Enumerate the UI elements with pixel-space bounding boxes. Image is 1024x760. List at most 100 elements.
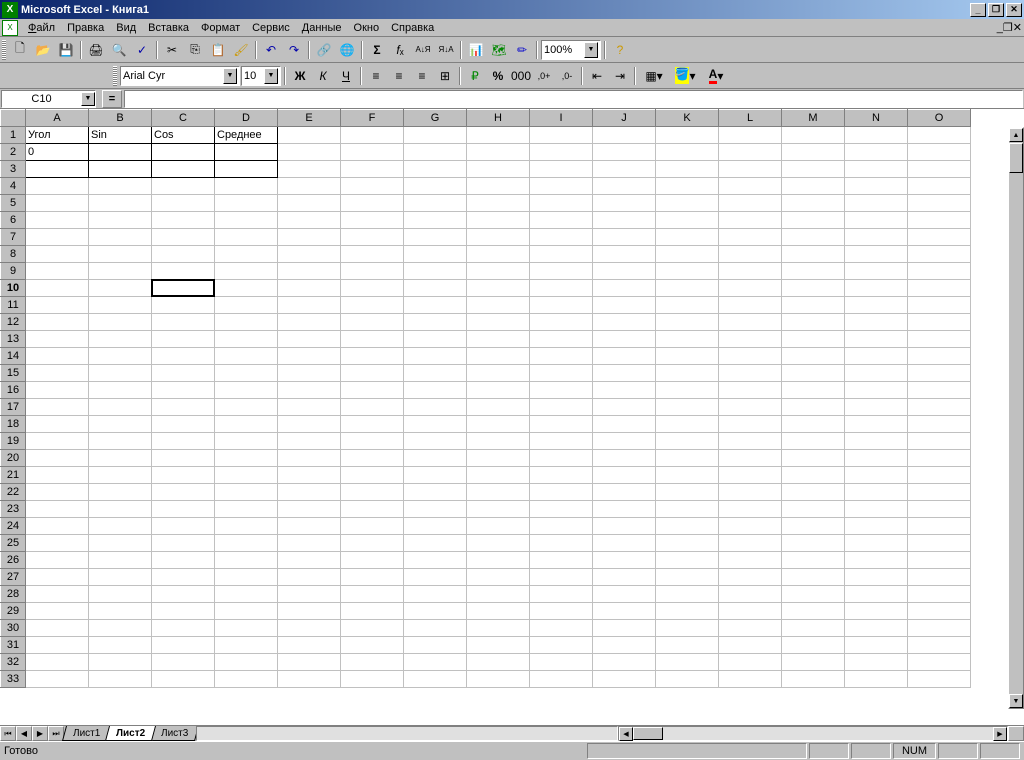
col-header-N[interactable]: N	[845, 110, 908, 127]
cell-E26[interactable]	[278, 552, 341, 569]
row-header-32[interactable]: 32	[1, 654, 26, 671]
cell-H1[interactable]	[467, 127, 530, 144]
cell-E21[interactable]	[278, 467, 341, 484]
cell-K10[interactable]	[656, 280, 719, 297]
cell-D28[interactable]	[215, 586, 278, 603]
cell-N15[interactable]	[845, 365, 908, 382]
cell-M3[interactable]	[782, 161, 845, 178]
cell-J29[interactable]	[593, 603, 656, 620]
chart-wizard-button[interactable]: 📊	[465, 39, 487, 60]
cut-button[interactable]: ✂	[161, 39, 183, 60]
cell-E22[interactable]	[278, 484, 341, 501]
cell-A15[interactable]	[26, 365, 89, 382]
map-button[interactable]: 🗺	[488, 39, 510, 60]
document-icon[interactable]: X	[2, 20, 18, 36]
cell-C31[interactable]	[152, 637, 215, 654]
cell-L20[interactable]	[719, 450, 782, 467]
cell-I4[interactable]	[530, 178, 593, 195]
cell-O9[interactable]	[908, 263, 971, 280]
cell-O1[interactable]	[908, 127, 971, 144]
cell-O5[interactable]	[908, 195, 971, 212]
cell-F5[interactable]	[341, 195, 404, 212]
col-header-G[interactable]: G	[404, 110, 467, 127]
col-header-D[interactable]: D	[215, 110, 278, 127]
cell-C1[interactable]: Cos	[152, 127, 215, 144]
cell-D12[interactable]	[215, 314, 278, 331]
menu-format[interactable]: Формат	[195, 20, 246, 36]
cell-G28[interactable]	[404, 586, 467, 603]
cell-I32[interactable]	[530, 654, 593, 671]
cell-G25[interactable]	[404, 535, 467, 552]
cell-B24[interactable]	[89, 518, 152, 535]
hyperlink-button[interactable]: 🔗	[313, 39, 335, 60]
cell-E9[interactable]	[278, 263, 341, 280]
cell-G13[interactable]	[404, 331, 467, 348]
cell-F18[interactable]	[341, 416, 404, 433]
print-preview-button[interactable]: 🔍	[108, 39, 130, 60]
cell-K12[interactable]	[656, 314, 719, 331]
cell-O23[interactable]	[908, 501, 971, 518]
cell-J20[interactable]	[593, 450, 656, 467]
cell-D22[interactable]	[215, 484, 278, 501]
cell-H20[interactable]	[467, 450, 530, 467]
fill-color-button[interactable]: 🪣▾	[670, 65, 700, 86]
cell-O7[interactable]	[908, 229, 971, 246]
cell-C32[interactable]	[152, 654, 215, 671]
cell-N6[interactable]	[845, 212, 908, 229]
cell-F33[interactable]	[341, 671, 404, 688]
cell-D29[interactable]	[215, 603, 278, 620]
cell-F14[interactable]	[341, 348, 404, 365]
cell-E19[interactable]	[278, 433, 341, 450]
cell-M7[interactable]	[782, 229, 845, 246]
cell-O19[interactable]	[908, 433, 971, 450]
cell-J3[interactable]	[593, 161, 656, 178]
horizontal-scrollbar[interactable]: ◀ ▶	[618, 726, 1008, 741]
cell-D26[interactable]	[215, 552, 278, 569]
cell-L6[interactable]	[719, 212, 782, 229]
cell-G23[interactable]	[404, 501, 467, 518]
cell-H6[interactable]	[467, 212, 530, 229]
col-header-E[interactable]: E	[278, 110, 341, 127]
formula-input[interactable]	[124, 90, 1023, 108]
cell-L12[interactable]	[719, 314, 782, 331]
cell-N11[interactable]	[845, 297, 908, 314]
increase-decimal-button[interactable]: ,0+	[533, 65, 555, 86]
cell-E29[interactable]	[278, 603, 341, 620]
row-header-31[interactable]: 31	[1, 637, 26, 654]
merge-center-button[interactable]: ⊞	[434, 65, 456, 86]
cell-O10[interactable]	[908, 280, 971, 297]
cell-G2[interactable]	[404, 144, 467, 161]
row-header-9[interactable]: 9	[1, 263, 26, 280]
cell-F27[interactable]	[341, 569, 404, 586]
cell-N22[interactable]	[845, 484, 908, 501]
cell-G26[interactable]	[404, 552, 467, 569]
cell-G20[interactable]	[404, 450, 467, 467]
cell-F3[interactable]	[341, 161, 404, 178]
cell-I6[interactable]	[530, 212, 593, 229]
cell-K11[interactable]	[656, 297, 719, 314]
cell-I14[interactable]	[530, 348, 593, 365]
cell-G32[interactable]	[404, 654, 467, 671]
cell-M8[interactable]	[782, 246, 845, 263]
cell-D30[interactable]	[215, 620, 278, 637]
cell-C30[interactable]	[152, 620, 215, 637]
cell-F2[interactable]	[341, 144, 404, 161]
cell-A12[interactable]	[26, 314, 89, 331]
cell-F6[interactable]	[341, 212, 404, 229]
cell-H5[interactable]	[467, 195, 530, 212]
cell-G4[interactable]	[404, 178, 467, 195]
cell-H19[interactable]	[467, 433, 530, 450]
cell-N5[interactable]	[845, 195, 908, 212]
open-button[interactable]: 📂	[32, 39, 54, 60]
cell-I1[interactable]	[530, 127, 593, 144]
cell-J17[interactable]	[593, 399, 656, 416]
cell-F21[interactable]	[341, 467, 404, 484]
col-header-J[interactable]: J	[593, 110, 656, 127]
cell-F10[interactable]	[341, 280, 404, 297]
menu-data[interactable]: Данные	[296, 20, 348, 36]
vertical-scrollbar[interactable]: ▲ ▼	[1008, 127, 1024, 709]
cell-L2[interactable]	[719, 144, 782, 161]
row-header-22[interactable]: 22	[1, 484, 26, 501]
cell-L4[interactable]	[719, 178, 782, 195]
row-header-25[interactable]: 25	[1, 535, 26, 552]
